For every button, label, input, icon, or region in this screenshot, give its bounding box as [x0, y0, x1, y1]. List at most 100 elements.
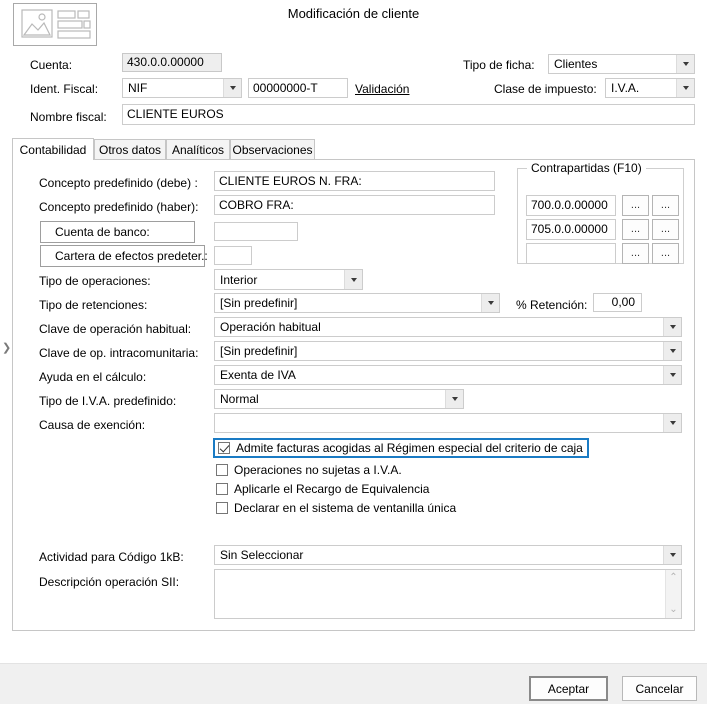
tipo-ficha-select[interactable]: Clientes	[548, 54, 695, 74]
chevron-down-icon[interactable]	[663, 366, 681, 384]
tipo-iva-label: Tipo de I.V.A. predefinido:	[39, 394, 177, 408]
chevron-down-icon[interactable]	[676, 55, 694, 73]
cuenta-label: Cuenta:	[30, 58, 73, 72]
clave-intracomunitaria-label: Clave de op. intracomunitaria:	[39, 346, 199, 360]
descripcion-sii-value[interactable]	[215, 570, 665, 618]
concepto-debe-field[interactable]: CLIENTE EUROS N. FRA:	[214, 171, 495, 191]
ident-fiscal-number-field[interactable]: 00000000-T	[248, 78, 348, 98]
checkbox-recargo-equivalencia[interactable]	[216, 482, 228, 495]
cuenta-banco-field[interactable]	[214, 222, 298, 241]
tipo-operaciones-value: Interior	[220, 272, 258, 287]
clave-operacion-value: Operación habitual	[220, 320, 321, 334]
actividad-label: Actividad para Código 1kB:	[39, 550, 184, 564]
chevron-down-icon[interactable]	[663, 414, 681, 432]
checkbox-row-no-sujetas-iva[interactable]: Operaciones no sujetas a I.V.A.	[216, 461, 402, 478]
concepto-haber-field[interactable]: COBRO FRA:	[214, 195, 495, 215]
cuenta-field[interactable]: 430.0.0.00000	[122, 53, 222, 72]
clave-operacion-label: Clave de operación habitual:	[39, 322, 192, 336]
nombre-fiscal-field[interactable]: CLIENTE EUROS	[122, 104, 695, 125]
chevron-down-icon[interactable]	[223, 79, 241, 97]
contrapartida-field-3[interactable]	[526, 243, 616, 264]
tab-observaciones[interactable]: Observaciones	[230, 139, 315, 160]
clase-impuesto-select[interactable]: I.V.A.	[605, 78, 695, 98]
contrapartida-browse-3b[interactable]: ...	[652, 243, 679, 264]
ident-fiscal-type-value: NIF	[128, 81, 148, 95]
checkbox-ventanilla-unica[interactable]	[216, 501, 228, 514]
clave-operacion-select[interactable]: Operación habitual	[214, 317, 682, 337]
pct-retencion-field[interactable]: 0,00	[593, 293, 642, 312]
tab-contabilidad[interactable]: Contabilidad	[12, 138, 94, 160]
checkbox-label: Operaciones no sujetas a I.V.A.	[234, 462, 402, 477]
checkbox-no-sujetas-iva[interactable]	[216, 463, 228, 476]
checkbox-row-ventanilla-unica[interactable]: Declarar en el sistema de ventanilla úni…	[216, 499, 456, 516]
tab-label: Analíticos	[171, 143, 225, 157]
tipo-operaciones-label: Tipo de operaciones:	[39, 274, 151, 288]
tab-label: Otros datos	[98, 143, 162, 157]
tab-label: Contabilidad	[19, 142, 87, 157]
concepto-haber-label: Concepto predefinido (haber):	[39, 200, 199, 214]
tab-otros-datos[interactable]: Otros datos	[94, 139, 166, 160]
chevron-up-icon[interactable]: ⌃	[669, 573, 677, 583]
tipo-iva-value: Normal	[220, 392, 259, 406]
tipo-ficha-value: Clientes	[554, 57, 598, 71]
tipo-operaciones-select[interactable]: Interior	[214, 269, 363, 290]
cancel-button[interactable]: Cancelar	[622, 676, 697, 701]
contrapartida-browse-2a[interactable]: ...	[622, 219, 649, 240]
contrapartida-browse-1b[interactable]: ...	[652, 195, 679, 216]
cartera-efectos-field[interactable]	[214, 246, 252, 265]
cartera-efectos-button[interactable]: Cartera de efectos predeter.:	[40, 245, 208, 267]
pct-retencion-label: % Retención:	[516, 298, 588, 312]
tabstrip: Contabilidad Otros datos Analíticos Obse…	[12, 138, 695, 160]
cuenta-banco-button[interactable]: Cuenta de banco:	[40, 221, 195, 243]
chevron-down-icon[interactable]	[663, 546, 681, 564]
descripcion-sii-label: Descripción operación SII:	[39, 575, 180, 589]
window-title: Modificación de cliente	[287, 6, 420, 21]
ayuda-calculo-select[interactable]: Exenta de IVA	[214, 365, 682, 385]
checkbox-row-criterio-caja[interactable]: Admite facturas acogidas al Régimen espe…	[213, 438, 589, 458]
tipo-iva-select[interactable]: Normal	[214, 389, 464, 409]
expand-right-chevron-icon[interactable]: ❯	[2, 341, 11, 354]
actividad-select[interactable]: Sin Seleccionar	[214, 545, 682, 565]
ident-fiscal-type-select[interactable]: NIF	[122, 78, 242, 98]
contrapartida-browse-1a[interactable]: ...	[622, 195, 649, 216]
ayuda-calculo-label: Ayuda en el cálculo:	[39, 370, 147, 384]
contrapartida-browse-2b[interactable]: ...	[652, 219, 679, 240]
checkbox-label: Aplicarle el Recargo de Equivalencia	[234, 481, 430, 496]
chevron-down-icon[interactable]	[663, 342, 681, 360]
ident-fiscal-label: Ident. Fiscal:	[30, 82, 99, 96]
nombre-fiscal-label: Nombre fiscal:	[30, 110, 107, 124]
clase-impuesto-label: Clase de impuesto:	[494, 82, 597, 96]
contrapartida-field-1[interactable]: 700.0.0.00000	[526, 195, 616, 216]
clave-intracomunitaria-value: [Sin predefinir]	[220, 344, 298, 358]
validacion-link[interactable]: Validación	[355, 82, 409, 96]
concepto-debe-label: Concepto predefinido (debe) :	[39, 176, 198, 190]
tipo-retenciones-label: Tipo de retenciones:	[39, 298, 148, 312]
ayuda-calculo-value: Exenta de IVA	[220, 368, 296, 382]
checkbox-criterio-caja[interactable]	[218, 442, 230, 454]
contrapartida-field-2[interactable]: 705.0.0.00000	[526, 219, 616, 240]
checkbox-label: Admite facturas acogidas al Régimen espe…	[236, 441, 583, 455]
contrapartida-browse-3a[interactable]: ...	[622, 243, 649, 264]
chevron-down-icon[interactable]	[344, 270, 362, 289]
chevron-down-icon[interactable]	[445, 390, 463, 408]
tipo-retenciones-value: [Sin predefinir]	[220, 296, 298, 310]
tipo-retenciones-select[interactable]: [Sin predefinir]	[214, 293, 500, 313]
accept-button[interactable]: Aceptar	[529, 676, 608, 701]
descripcion-sii-textarea[interactable]: ⌃ ⌄	[214, 569, 682, 619]
chevron-down-icon[interactable]: ⌄	[669, 605, 677, 615]
clave-intracomunitaria-select[interactable]: [Sin predefinir]	[214, 341, 682, 361]
chevron-down-icon[interactable]	[663, 318, 681, 336]
actividad-value: Sin Seleccionar	[220, 548, 304, 562]
tab-analiticos[interactable]: Analíticos	[166, 139, 230, 160]
checkbox-row-recargo-equivalencia[interactable]: Aplicarle el Recargo de Equivalencia	[216, 480, 429, 497]
causa-exencion-label: Causa de exención:	[39, 418, 146, 432]
tab-label: Observaciones	[232, 143, 313, 157]
chevron-down-icon[interactable]	[481, 294, 499, 312]
causa-exencion-select[interactable]	[214, 413, 682, 433]
contrapartidas-title: Contrapartidas (F10)	[527, 161, 646, 175]
descripcion-sii-scrollbar[interactable]: ⌃ ⌄	[665, 570, 681, 618]
tipo-ficha-label: Tipo de ficha:	[463, 58, 535, 72]
chevron-down-icon[interactable]	[676, 79, 694, 97]
clase-impuesto-value: I.V.A.	[611, 81, 640, 95]
checkbox-label: Declarar en el sistema de ventanilla úni…	[234, 500, 457, 515]
